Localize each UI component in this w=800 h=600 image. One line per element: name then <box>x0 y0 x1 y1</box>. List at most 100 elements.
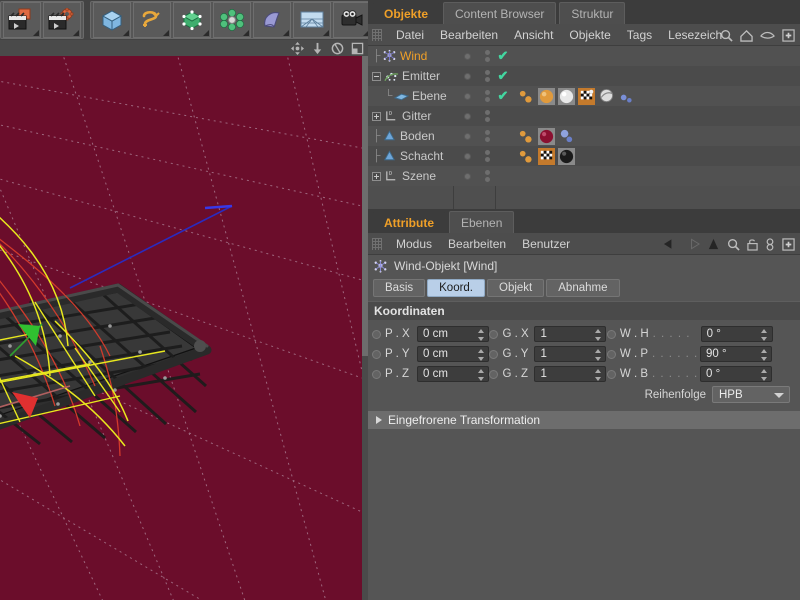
size-z-field[interactable]: 1 <box>534 366 607 382</box>
render-settings-button[interactable] <box>43 2 81 38</box>
position-y-field[interactable]: 0 cm <box>417 346 489 362</box>
position-z-radio[interactable] <box>372 369 381 379</box>
search-icon[interactable] <box>727 238 740 251</box>
visibility-dots[interactable] <box>480 90 494 102</box>
rotation-p-spinner[interactable] <box>760 349 767 361</box>
subtab-objekt[interactable]: Objekt <box>487 279 545 297</box>
rotation-p-radio[interactable] <box>606 349 616 359</box>
size-z-spinner[interactable] <box>594 369 601 381</box>
particle-tag-icon[interactable] <box>518 148 535 165</box>
tab-attribute[interactable]: Attribute <box>372 211 446 233</box>
home-icon[interactable] <box>740 29 753 42</box>
back-arrow-icon[interactable] <box>663 238 678 250</box>
orange-material-icon[interactable] <box>538 87 555 105</box>
zoom-icon[interactable] <box>311 42 324 55</box>
array-button[interactable] <box>213 2 251 38</box>
object-row-boden[interactable]: ├ Boden <box>368 126 800 146</box>
tab-ebenen[interactable]: Ebenen <box>449 211 515 233</box>
rotate-icon[interactable] <box>331 42 344 55</box>
enable-checkmark-icon[interactable]: ✔ <box>494 88 512 104</box>
checker-material-icon[interactable] <box>578 87 595 105</box>
nurbs-button[interactable] <box>173 2 211 38</box>
position-z-spinner[interactable] <box>477 369 484 381</box>
menu-benutzer[interactable]: Benutzer <box>514 233 578 255</box>
particle-tag-icon[interactable] <box>518 128 535 145</box>
visibility-dot[interactable] <box>454 112 480 120</box>
cube-button[interactable] <box>93 2 131 38</box>
position-z-field[interactable]: 0 cm <box>417 366 489 382</box>
position-y-radio[interactable] <box>372 349 381 359</box>
size-y-radio[interactable] <box>489 349 499 359</box>
search-icon[interactable] <box>720 29 733 42</box>
expander-plus-icon[interactable] <box>372 111 381 121</box>
subtab-koord[interactable]: Koord. <box>427 279 486 297</box>
frozen-transform-section[interactable]: Eingefrorene Transformation <box>368 411 800 429</box>
rotation-h-field[interactable]: 0 ° <box>700 326 773 342</box>
viewport-3d[interactable] <box>0 56 362 600</box>
visibility-dot[interactable] <box>454 52 480 60</box>
size-z-radio[interactable] <box>489 369 499 379</box>
blue-tag-icon[interactable] <box>618 88 635 105</box>
subtab-basis[interactable]: Basis <box>373 279 426 297</box>
lock-icon[interactable] <box>747 238 758 251</box>
visibility-dots[interactable] <box>480 130 494 142</box>
red-material-icon[interactable] <box>538 127 555 145</box>
enable-checkmark-icon[interactable]: ✔ <box>494 48 512 64</box>
rotation-p-field[interactable]: 90 ° <box>700 346 773 362</box>
position-x-radio[interactable] <box>372 329 381 339</box>
subtab-abnahme[interactable]: Abnahme <box>546 279 620 297</box>
render-view-button[interactable] <box>3 2 41 38</box>
visibility-dot[interactable] <box>454 172 480 180</box>
object-manager-tree[interactable]: ├ Wind ✔ Emitter ✔ └ Ebene ✔ 0 Gitter ├ … <box>368 46 800 209</box>
menu-ansicht[interactable]: Ansicht <box>506 24 561 46</box>
blue-tag-icon[interactable] <box>558 128 575 145</box>
rotation-h-spinner[interactable] <box>761 329 768 341</box>
menu-objekte[interactable]: Objekte <box>561 24 618 46</box>
rotation-b-spinner[interactable] <box>760 369 767 381</box>
object-row-szene[interactable]: 0 Szene <box>368 166 800 186</box>
size-x-field[interactable]: 1 <box>534 326 607 342</box>
white-material-icon[interactable] <box>558 87 575 105</box>
menu-tags[interactable]: Tags <box>619 24 660 46</box>
rotation-b-radio[interactable] <box>606 369 616 379</box>
size-x-radio[interactable] <box>489 329 499 339</box>
tab-struktur[interactable]: Struktur <box>559 2 626 24</box>
plus-box-icon[interactable] <box>782 237 795 251</box>
position-y-spinner[interactable] <box>477 349 484 361</box>
plus-box-icon[interactable] <box>782 28 795 42</box>
link-icon[interactable] <box>765 237 775 251</box>
visibility-dot[interactable] <box>454 132 480 140</box>
position-x-spinner[interactable] <box>477 329 484 341</box>
expander-plus-icon[interactable] <box>372 171 381 181</box>
visibility-dot[interactable] <box>454 72 480 80</box>
up-arrow-icon[interactable] <box>707 238 720 251</box>
rotation-b-field[interactable]: 0 ° <box>700 366 773 382</box>
menu-bearbeiten[interactable]: Bearbeiten <box>432 24 506 46</box>
size-y-spinner[interactable] <box>594 349 601 361</box>
order-dropdown[interactable]: HPB <box>712 386 790 403</box>
camera-button[interactable] <box>333 2 371 38</box>
pan-icon[interactable] <box>291 41 304 55</box>
object-row-wind[interactable]: ├ Wind ✔ <box>368 46 800 66</box>
size-y-field[interactable]: 1 <box>534 346 607 362</box>
visibility-dots[interactable] <box>480 110 494 122</box>
visibility-dots[interactable] <box>480 170 494 182</box>
dark-material-icon[interactable] <box>558 147 575 165</box>
panel-grip[interactable] <box>372 28 382 41</box>
forward-arrow-icon[interactable] <box>685 238 700 250</box>
size-x-spinner[interactable] <box>594 329 601 341</box>
eye-icon[interactable] <box>760 30 775 41</box>
visibility-dots[interactable] <box>480 50 494 62</box>
menu-modus[interactable]: Modus <box>388 233 440 255</box>
visibility-dot[interactable] <box>454 152 480 160</box>
visibility-dot[interactable] <box>454 92 480 100</box>
object-row-gitter[interactable]: 0 Gitter <box>368 106 800 126</box>
menu-datei[interactable]: Datei <box>388 24 432 46</box>
swirl-material-icon[interactable] <box>598 88 615 105</box>
maximize-icon[interactable] <box>351 42 364 55</box>
spline-button[interactable] <box>133 2 171 38</box>
object-row-ebene[interactable]: └ Ebene ✔ <box>368 86 800 106</box>
menu-bearbeiten[interactable]: Bearbeiten <box>440 233 514 255</box>
checker-material-icon[interactable] <box>538 147 555 165</box>
object-row-schacht[interactable]: ├ Schacht <box>368 146 800 166</box>
